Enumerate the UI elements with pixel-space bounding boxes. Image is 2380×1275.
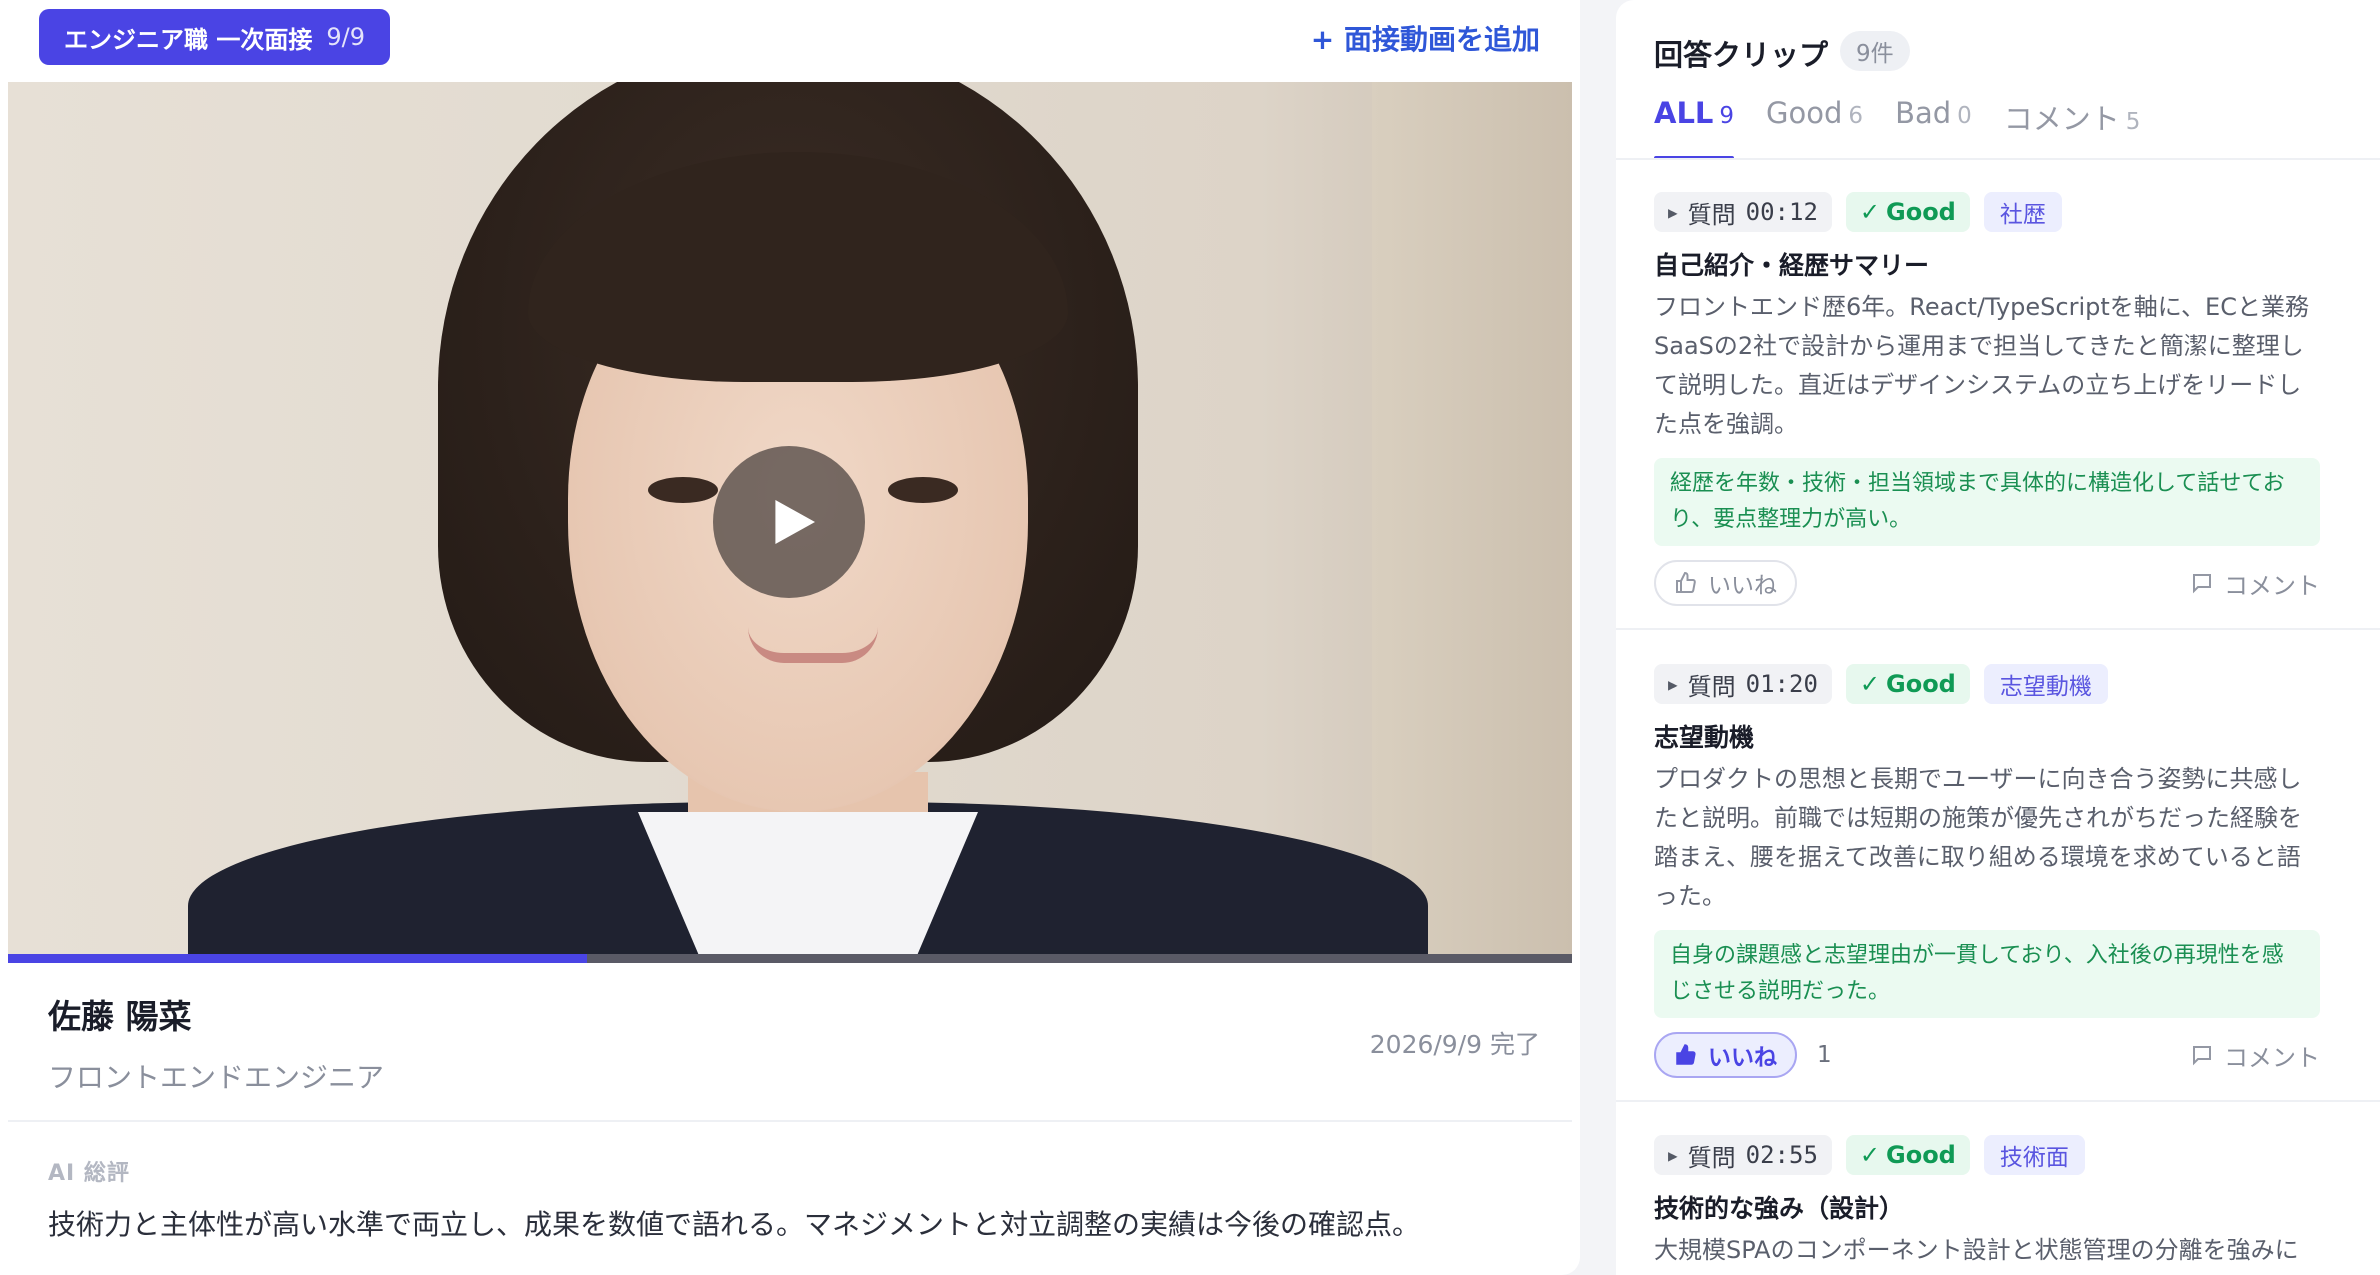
comment-button[interactable]: コメント: [2190, 1038, 2320, 1073]
check-icon: ✓: [1859, 670, 1880, 698]
panel-count-badge: 9件: [1840, 31, 1910, 71]
play-icon: [775, 500, 815, 544]
play-small-icon: ▶: [1668, 674, 1678, 694]
comment-button[interactable]: コメント: [2190, 566, 2320, 601]
clip-evaluation-note: 自身の課題感と志望理由が一貫しており、入社後の再現性を感じさせる説明だった。: [1654, 930, 2320, 1018]
tab-bad[interactable]: Bad 0: [1895, 96, 1972, 160]
video-progress[interactable]: [8, 954, 1572, 963]
like-button[interactable]: いいね: [1654, 560, 1797, 606]
clip-card: ▶ 質問 02:55 ✓ Good 技術面 技術的な強み（設計） 大規模SPAの…: [1654, 1135, 2320, 1270]
candidate-name: 佐藤 陽菜: [48, 997, 192, 1036]
video-header: エンジニア職 一次面接 9/9 + 面接動画を追加: [0, 0, 1580, 82]
comment-icon: [2193, 574, 2211, 594]
tab-good[interactable]: Good 6: [1766, 96, 1863, 160]
tab-all[interactable]: ALL 9: [1654, 96, 1735, 160]
interview-video-card: エンジニア職 一次面接 9/9 + 面接動画を追加 佐藤 陽菜 フロントエンドエ…: [0, 0, 1580, 1275]
ai-summary-text: 技術力と主体性が高い水準で両立し、成果を数値で語れる。マネジメントと対立調整の実…: [48, 1208, 1421, 1241]
play-small-icon: ▶: [1668, 202, 1678, 222]
rating-badge: ✓ Good: [1845, 1135, 1970, 1175]
clip-title: 自己紹介・経歴サマリー: [1654, 251, 1930, 280]
play-small-icon: ▶: [1668, 1145, 1678, 1165]
divider: [8, 1120, 1572, 1122]
comment-icon: [2193, 1046, 2211, 1066]
clip-body: フロントエンド歴6年。React/TypeScriptを軸に、ECと業務SaaS…: [1654, 293, 2309, 438]
clip-title: 技術的な強み（設計）: [1654, 1194, 1905, 1223]
thumbs-up-icon: [1676, 1044, 1696, 1065]
rating-badge: ✓ Good: [1845, 192, 1970, 232]
completed-date: 2026/9/9 完了: [1369, 1030, 1540, 1059]
video-progress-fill: [8, 954, 587, 963]
clip-body: プロダクトの思想と長期でユーザーに向き合う姿勢に共感したと説明。前職では短期の施…: [1654, 765, 2302, 910]
clip-card: ▶ 質問 00:12 ✓ Good 社歴 自己紹介・経歴サマリー フロントエンド…: [1654, 192, 2320, 606]
ai-summary-label: AI 総評: [48, 1161, 130, 1186]
session-count: 9/9: [326, 23, 365, 51]
candidate-info: 佐藤 陽菜 フロントエンドエンジニア: [48, 990, 384, 1096]
play-button[interactable]: [713, 446, 865, 598]
category-tag: 社歴: [1983, 192, 2062, 232]
category-tag: 技術面: [1983, 1135, 2085, 1175]
candidate-role: フロントエンドエンジニア: [48, 1061, 385, 1094]
thumbs-up-icon: [1676, 571, 1696, 593]
like-count: 1: [1817, 1042, 1832, 1068]
session-label: エンジニア職 一次面接: [64, 25, 313, 54]
tab-comment[interactable]: コメント 5: [2004, 96, 2141, 160]
rating-badge: ✓ Good: [1845, 664, 1970, 704]
clip-title: 志望動機: [1654, 723, 1755, 752]
question-timestamp-chip[interactable]: ▶ 質問 00:12: [1654, 192, 1832, 232]
clip-body: 大規模SPAのコンポーネント設計と状態管理の分離を強みに: [1654, 1236, 2299, 1264]
answer-clips-panel: 回答クリップ 9件 ALL 9 Good 6 Bad 0 コメント 5 ▶ 質問 00:…: [1616, 0, 2380, 1275]
clip-evaluation-note: 経歴を年数・技術・担当領域まで具体的に構造化して話せており、要点整理力が高い。: [1654, 458, 2320, 546]
session-badge[interactable]: エンジニア職 一次面接 9/9: [39, 9, 390, 65]
like-button[interactable]: いいね: [1654, 1032, 1797, 1078]
add-video-button[interactable]: + 面接動画を追加: [1311, 18, 1540, 58]
clip-divider: [1616, 1100, 2380, 1102]
tabs-divider: [1616, 158, 2380, 160]
check-icon: ✓: [1859, 198, 1880, 226]
clip-card: ▶ 質問 01:20 ✓ Good 志望動機 志望動機 プロダクトの思想と長期で…: [1654, 664, 2320, 1078]
panel-title: 回答クリップ: [1654, 38, 1829, 72]
question-timestamp-chip[interactable]: ▶ 質問 01:20: [1654, 664, 1832, 704]
clip-divider: [1616, 628, 2380, 630]
clip-filter-tabs: ALL 9 Good 6 Bad 0 コメント 5: [1654, 96, 2140, 160]
video-player[interactable]: [8, 82, 1572, 962]
category-tag: 志望動機: [1983, 664, 2108, 704]
check-icon: ✓: [1859, 1141, 1880, 1169]
question-timestamp-chip[interactable]: ▶ 質問 02:55: [1654, 1135, 1832, 1175]
